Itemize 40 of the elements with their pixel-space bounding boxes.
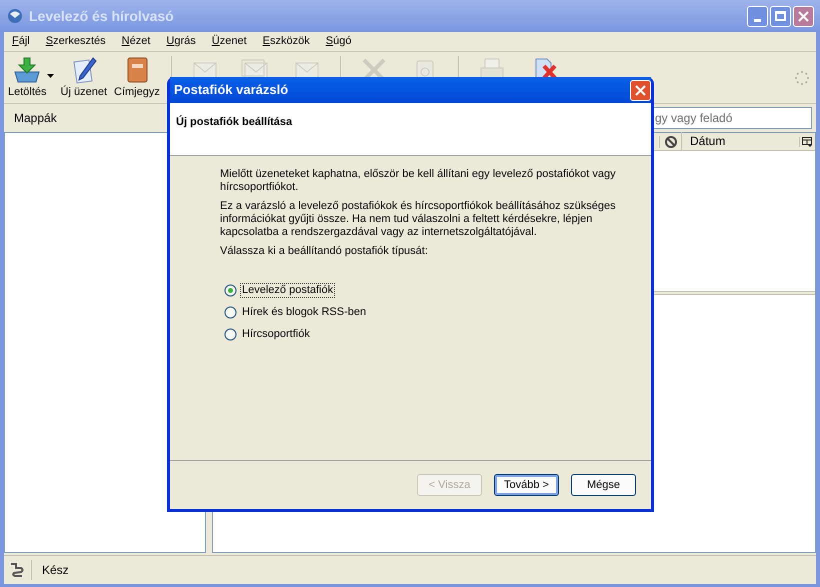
- minimize-button[interactable]: [747, 6, 768, 26]
- maximize-button[interactable]: [770, 6, 791, 26]
- close-button[interactable]: [630, 80, 651, 100]
- toolbar-button[interactable]: Címjegyz: [112, 56, 162, 100]
- junk-column-icon[interactable]: [664, 136, 676, 148]
- radio-label[interactable]: Levelező postafiók: [241, 284, 334, 297]
- menu-item[interactable]: Üzenet: [212, 33, 247, 50]
- dialog-heading: Új postafiók beállítása: [176, 114, 292, 130]
- menu-item[interactable]: Eszközök: [262, 33, 310, 50]
- spinner-icon: [794, 70, 810, 86]
- close-icon: [798, 10, 809, 22]
- column-picker-icon[interactable]: [802, 136, 813, 146]
- column-header[interactable]: Dátum: [690, 134, 726, 148]
- paragraph: Mielőtt üzeneteket kaphatna, először be kell állítani egy levelező postafiókot vagy hírcsoportfiókot.: [220, 168, 617, 194]
- dropdown-caret-icon: [46, 74, 54, 78]
- radio-button[interactable]: [224, 284, 237, 297]
- menu-item[interactable]: Ugrás: [166, 33, 196, 50]
- search-field[interactable]: gy vagy feladó: [652, 107, 812, 129]
- radio-label[interactable]: Hírek és blogok RSS-ben: [241, 306, 368, 319]
- close-icon: [635, 84, 646, 96]
- radio-button[interactable]: [224, 328, 237, 341]
- toolbar-button[interactable]: Letöltés: [6, 56, 56, 100]
- toolbar-button[interactable]: Új üzenet: [58, 56, 110, 100]
- inbox-arrow-icon: [12, 56, 42, 84]
- menu-item[interactable]: Fájl: [12, 33, 30, 50]
- window-title: Levelező és hírolvasó: [29, 6, 174, 26]
- close-button[interactable]: [793, 6, 814, 26]
- menu-item[interactable]: Szerkesztés: [46, 33, 106, 50]
- radio-button[interactable]: [224, 306, 237, 319]
- pane-header: Mappák: [14, 110, 57, 127]
- paragraph: Ez a varázsló a levelező postafiókok és hírcsoportfiókok beállításához szükséges információkat gyűjti össze. Ha nem tud válaszolni a feltett kérdésekre, lépjen kapcsolatba a rendszergazdával vagy az internetszolgáltatójával.: [220, 200, 617, 239]
- connection-icon[interactable]: [8, 561, 26, 579]
- menu-item[interactable]: Nézet: [122, 33, 150, 50]
- dialog-title: Postafiók varázsló: [174, 81, 288, 100]
- radio-label[interactable]: Hírcsoportfiók: [241, 328, 311, 341]
- dialog-button[interactable]: Tovább >: [494, 474, 559, 496]
- paragraph: Válassza ki a beállítandó postafiók típusát:: [220, 245, 429, 258]
- menu-item[interactable]: Súgó: [326, 33, 352, 50]
- dialog-button[interactable]: Mégse: [571, 474, 636, 496]
- status-text: Kész: [42, 562, 69, 579]
